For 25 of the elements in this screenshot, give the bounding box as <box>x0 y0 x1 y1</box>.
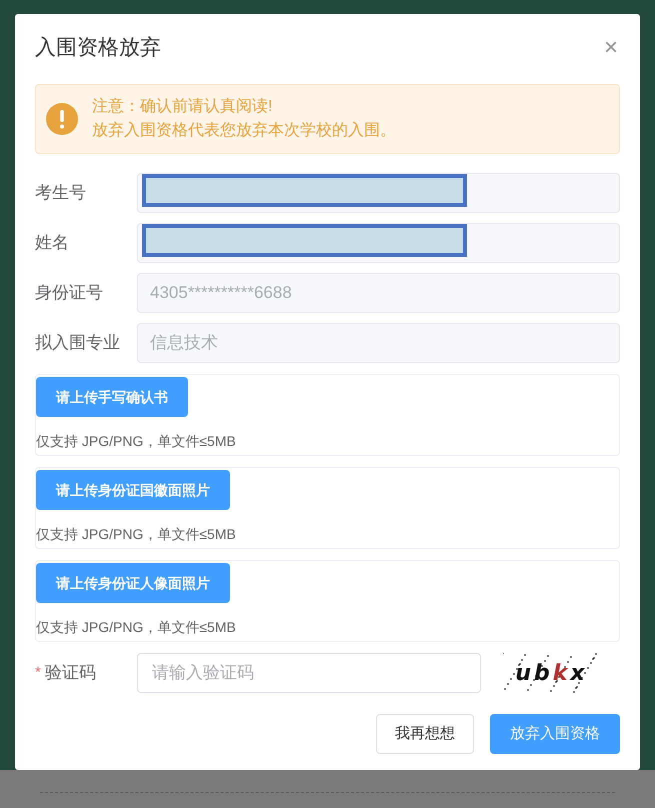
captcha-image[interactable]: ub kx <box>503 653 597 693</box>
upload-hint: 仅支持 JPG/PNG，单文件≤5MB <box>36 618 237 637</box>
upload-button[interactable]: 请上传身份证国徽面照片 <box>36 470 230 510</box>
field-label: 姓名 <box>35 232 70 254</box>
field-label: 身份证号 <box>35 282 104 304</box>
upload-hint: 仅支持 JPG/PNG，单文件≤5MB <box>36 525 237 544</box>
captcha-letter: k <box>552 660 568 688</box>
confirm-button[interactable]: 放弃入围资格 <box>490 714 620 754</box>
field-label: 拟入围专业 <box>35 332 121 354</box>
upload-hint: 仅支持 JPG/PNG，单文件≤5MB <box>36 432 237 451</box>
required-asterisk: * <box>35 662 41 683</box>
dialog-title: 入围资格放弃 <box>35 35 161 62</box>
cancel-button[interactable]: 我再想想 <box>376 714 474 754</box>
warning-icon <box>46 103 78 135</box>
field-label: 考生号 <box>35 182 87 204</box>
alert-text: 放弃入围资格代表您放弃本次学校的入围。 <box>92 120 396 141</box>
captcha-letter: b <box>534 660 550 688</box>
captcha-input[interactable]: 请输入验证码 <box>137 653 481 693</box>
upload-button[interactable]: 请上传手写确认书 <box>36 377 188 417</box>
captcha-letter: u <box>515 660 532 688</box>
captcha-letter: x <box>570 660 585 688</box>
field-label: 验证码 <box>44 662 96 684</box>
alert-title: 注意：确认前请认真阅读! <box>92 96 274 117</box>
close-button[interactable]: × <box>604 36 618 60</box>
upload-button[interactable]: 请上传身份证人像面照片 <box>36 563 230 603</box>
